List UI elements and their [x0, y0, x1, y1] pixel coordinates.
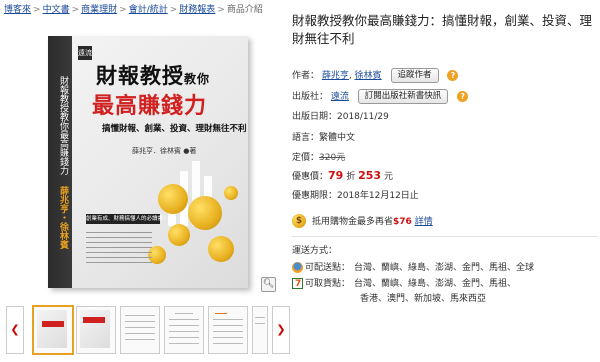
discount-value: 79 [328, 169, 344, 182]
shipping-label: 運送方式： [292, 246, 338, 256]
author-row: 作者： 薛兆亨, 徐林賓 追蹤作者 ? [292, 68, 459, 83]
coin-dollar-icon: $ [292, 214, 306, 228]
follow-author-button[interactable]: 追蹤作者 [390, 68, 439, 83]
thumbnail-item[interactable] [208, 306, 248, 354]
language: 語言：繁體中文 [292, 133, 356, 143]
chevron-left-icon[interactable]: ❮ [6, 306, 24, 354]
breadcrumb-link-financial-statements[interactable]: 財務報表 [179, 5, 215, 15]
sale-period: 優惠期限：2018年12月12日止 [292, 191, 419, 201]
breadcrumb-link-business[interactable]: 商業理財 [81, 5, 117, 15]
breadcrumb-separator: > [71, 5, 80, 15]
subscribe-publisher-button[interactable]: 訂閱出版社新書快訊 [357, 89, 449, 104]
help-icon[interactable]: ? [457, 91, 469, 102]
breadcrumb-link-chinese-books[interactable]: 中文書 [43, 5, 70, 15]
coin-illustration [224, 186, 238, 200]
sale-price: 253 [358, 169, 382, 182]
seven-eleven-icon [292, 277, 303, 291]
bonus-text: 抵用購物金最多再省 [312, 217, 394, 227]
cover-title-small: 教你 [184, 72, 211, 86]
spine-authors: 薛兆亨・徐林賓 [58, 186, 68, 249]
thumbnail-item[interactable] [76, 306, 116, 354]
chevron-right-icon[interactable]: ❯ [272, 306, 290, 354]
author-link[interactable]: 薛兆亨 [322, 71, 349, 81]
thumbnail-strip: ❮ ❯ [6, 304, 290, 356]
list-price-label: 定價： [292, 153, 320, 163]
breadcrumb-separator: > [33, 5, 41, 15]
globe-delivery-icon [292, 262, 303, 273]
cover-title-line2: 最高賺錢力 [92, 94, 208, 119]
book-cover-image[interactable]: 財報教授教你最高賺錢力 薛兆亨・徐林賓 遠流 財報教授教你 最高賺錢力 搞懂財報… [30, 26, 266, 296]
book-cover: 財報教授教你最高賺錢力 薛兆亨・徐林賓 遠流 財報教授教你 最高賺錢力 搞懂財報… [48, 36, 248, 288]
spine-title: 財報教授教你最高賺錢力 [58, 76, 68, 175]
publisher-link[interactable]: 遠流 [331, 92, 349, 102]
magnifier-icon[interactable]: 🔍︎ [261, 277, 276, 292]
thumbnail-item[interactable] [32, 305, 74, 355]
bonus-details-link[interactable]: 詳情 [415, 217, 433, 227]
delivery-regions: 台灣、蘭嶼、綠島、澎湖、金門、馬祖、全球 [354, 263, 535, 273]
book-spine: 財報教授教你最高賺錢力 薛兆亨・徐林賓 [48, 36, 72, 288]
cover-subtitle: 搞懂財報、創業、投資、理財無往不利 [102, 124, 247, 134]
help-icon[interactable]: ? [447, 70, 459, 81]
thumbnail-item[interactable] [164, 306, 204, 354]
breadcrumb: 博客來 > 中文書 > 商業理財 > 會計/統計 > 財務報表 > 商品介紹 [4, 3, 263, 17]
publisher-row: 出版社： 遠流 訂閱出版社新書快訊 ? [292, 89, 469, 104]
delivery-row: 可配送點： 台灣、蘭嶼、綠島、澎湖、金門、馬祖、全球 [292, 261, 534, 275]
cover-badge: 創業有成、財務搞懂人的必讀書！ [86, 214, 169, 224]
breadcrumb-current: 商品介紹 [226, 5, 263, 15]
author-link[interactable]: 徐林賓 [355, 71, 382, 81]
cover-title-line1: 財報教授教你 [96, 60, 210, 90]
discount-unit: 折 [346, 172, 356, 182]
thumbnail-item[interactable] [120, 306, 160, 354]
sale-price-label: 優惠價： [292, 172, 329, 182]
divider [292, 236, 598, 237]
author-label: 作者： [292, 71, 320, 81]
breadcrumb-link-accounting[interactable]: 會計/統計 [129, 5, 168, 15]
breadcrumb-separator: > [119, 5, 127, 15]
list-price-row: 定價：320元 [292, 151, 345, 165]
publish-date: 出版日期：2018/11/29 [292, 112, 389, 122]
sale-price-row: 優惠價：79 折 253 元 [292, 169, 393, 184]
coin-illustration [158, 184, 188, 214]
pickup-label: 可取貨點： [305, 279, 351, 289]
cover-blurb-lines [86, 228, 152, 267]
cover-authors: 薛兆亨．徐林賓 ●著 [132, 147, 197, 155]
breadcrumb-link-home[interactable]: 博客來 [4, 5, 31, 15]
list-price: 320元 [319, 153, 346, 163]
pickup-regions-line1: 台灣、蘭嶼、綠島、澎湖、金門、馬祖、 [354, 279, 517, 289]
coin-illustration [208, 236, 234, 262]
product-title: 財報教授教你最高賺錢力：搞懂財報，創業、投資、理財無往不利 [292, 13, 593, 46]
pickup-regions-line2: 香港、澳門、新加坡、馬來西亞 [360, 294, 487, 304]
cover-title-main: 財報教授 [96, 64, 184, 88]
pickup-row: 可取貨點：台灣、蘭嶼、綠島、澎湖、金門、馬祖、 [292, 277, 516, 291]
publisher-label: 出版社： [292, 92, 329, 102]
thumbnail-item[interactable] [252, 306, 268, 354]
bonus-amount: $76 [393, 217, 412, 227]
bonus-row: 抵用購物金最多再省$76 詳情 [312, 215, 433, 229]
breadcrumb-separator: > [169, 5, 178, 15]
delivery-label: 可配送點： [305, 263, 351, 273]
breadcrumb-separator: > [217, 5, 225, 15]
coin-illustration [168, 224, 190, 246]
publisher-logo: 遠流 [78, 46, 92, 60]
sale-price-unit: 元 [383, 172, 393, 182]
coin-illustration [188, 196, 222, 230]
